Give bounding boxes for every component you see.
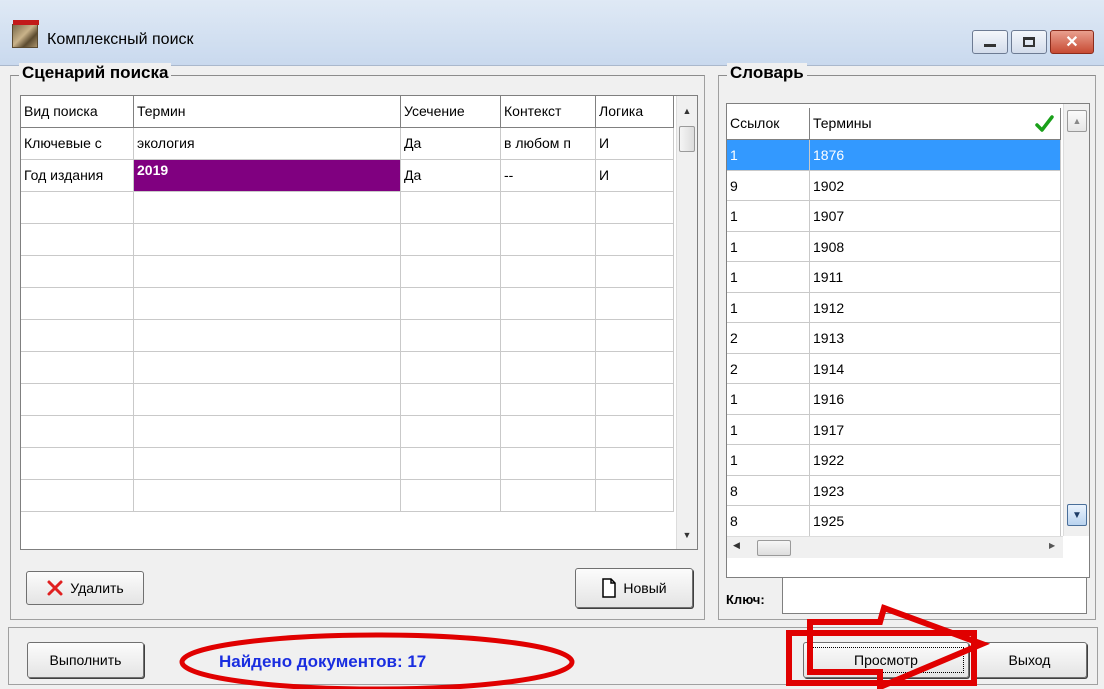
annotation-ellipse	[179, 632, 575, 689]
annotation-layer	[179, 604, 991, 689]
annotation-arrow	[807, 604, 991, 689]
search-window: Комплексный поиск ✕ Сценарий поиска Вид …	[0, 0, 1104, 689]
